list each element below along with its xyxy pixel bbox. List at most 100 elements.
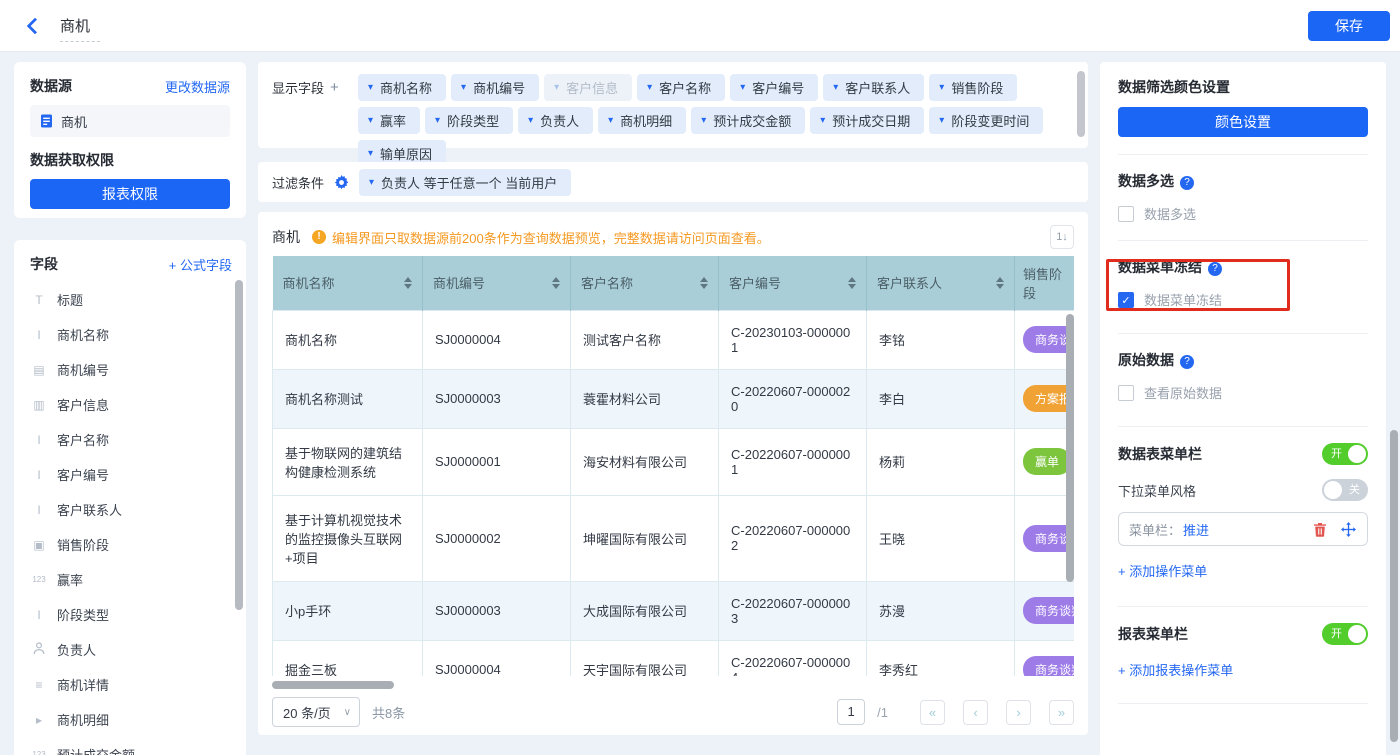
move-icon[interactable] [1339,520,1357,538]
table-header-cell[interactable]: 客户联系人 [867,256,1015,310]
table-header-cell[interactable]: 客户名称 [571,256,719,310]
add-formula-field-link[interactable]: + 公式字段 [169,255,232,274]
field-list: T标题I商机名称▤商机编号▥客户信息I客户名称I客户编号I客户联系人▣销售阶段1… [30,282,232,755]
color-settings-title: 数据筛选颜色设置 [1118,77,1368,97]
field-label: 标题 [57,290,83,309]
chevron-down-icon: ▾ [368,82,373,93]
field-item[interactable]: I客户名称 [30,422,232,457]
display-field-chip[interactable]: ▾客户联系人 [823,74,924,101]
back-icon[interactable] [26,18,40,32]
trash-icon[interactable] [1311,520,1329,538]
cell-contact: 李铭 [867,310,1015,369]
table-header-cell[interactable]: 客户编号 [719,256,867,310]
sort-arrows-icon[interactable] [848,277,856,289]
display-field-chip[interactable]: ▾商机编号 [451,74,539,101]
cell-customer: 坤曜国际有限公司 [571,495,719,581]
display-field-chip[interactable]: ▾客户名称 [637,74,725,101]
display-field-chip[interactable]: ▾客户信息 [544,74,632,101]
fields-scrollbar[interactable] [235,280,243,610]
display-field-chip[interactable]: ▾赢率 [358,107,420,134]
field-item[interactable]: 123赢率 [30,562,232,597]
add-report-action-menu-link[interactable]: + 添加报表操作菜单 [1118,660,1368,679]
pager-prev-button[interactable]: ‹ [963,700,988,725]
add-action-menu-link[interactable]: + 添加操作菜单 [1118,561,1368,580]
field-item[interactable]: I客户联系人 [30,492,232,527]
display-fields-scrollbar[interactable] [1077,71,1085,137]
display-field-chip[interactable]: ▾商机明细 [598,107,686,134]
add-display-field-button[interactable]: + [330,79,339,96]
report-menu-toggle[interactable]: 开 [1322,623,1368,645]
page-size-select[interactable]: 20 条/页 ∨ [272,697,360,727]
chevron-down-icon: ▾ [368,148,373,159]
display-field-chip[interactable]: ▾预计成交金额 [691,107,805,134]
datasource-card: 数据源 更改数据源 商机 数据获取权限 报表权限 [14,62,246,218]
display-field-chip[interactable]: ▾商机名称 [358,74,446,101]
change-datasource-link[interactable]: 更改数据源 [165,77,230,96]
help-icon[interactable]: ? [1180,355,1194,369]
field-item[interactable]: I 商机名称 [30,317,232,352]
window-scrollbar[interactable] [1390,430,1398,742]
chevron-down-icon: ▾ [820,115,825,126]
sort-arrows-icon[interactable] [404,277,412,289]
menu-item-value: 推进 [1183,520,1301,539]
cell-customer_code: C-20220607-0000004 [719,640,867,676]
field-item[interactable]: I客户编号 [30,457,232,492]
field-item[interactable]: ▤商机编号 [30,352,232,387]
table-header-cell[interactable]: 商机编号 [423,256,571,310]
field-item[interactable]: ▸ 商机明细 [30,702,232,737]
field-item[interactable]: ▥客户信息 [30,387,232,422]
display-field-chip[interactable]: ▾阶段类型 [425,107,513,134]
pager-first-button[interactable]: « [920,700,945,725]
fields-title: 字段 [30,254,58,274]
sort-arrows-icon[interactable] [552,277,560,289]
settings-panel: 数据筛选颜色设置 颜色设置 数据多选? ✓ 数据多选 数据菜单冻结? ✓ 数据菜… [1100,62,1386,755]
code-icon: ▤ [30,364,48,376]
page-input[interactable]: 1 [837,699,865,725]
field-item[interactable]: ≡商机详情 [30,667,232,702]
filter-chip[interactable]: ▾ 负责人 等于任意一个 当前用户 [359,169,571,196]
multiselect-checkbox[interactable]: ✓ [1118,206,1134,222]
table-title: 商机 [272,227,300,247]
dropdown-style-toggle[interactable]: 关 [1322,479,1368,501]
raw-data-checkbox[interactable]: ✓ [1118,385,1134,401]
pager-next-button[interactable]: › [1006,700,1031,725]
gear-icon[interactable] [334,175,349,190]
sort-arrows-icon[interactable] [700,277,708,289]
color-settings-button[interactable]: 颜色设置 [1118,107,1368,137]
field-label: 商机名称 [57,325,109,344]
cell-customer_code: C-20220607-0000002 [719,495,867,581]
chevron-down-icon: ▾ [369,177,374,188]
field-item[interactable]: 123预计成交金额 [30,737,232,755]
field-item[interactable]: T标题 [30,282,232,317]
display-field-chip[interactable]: ▾销售阶段 [929,74,1017,101]
help-icon[interactable]: ? [1180,176,1194,190]
display-field-chip[interactable]: ▾阶段变更时间 [929,107,1043,134]
expand-icon: ▸ [30,714,48,726]
pager-last-button[interactable]: » [1049,700,1074,725]
text-icon: I [30,329,48,341]
field-item[interactable]: I阶段类型 [30,597,232,632]
table-vertical-scrollbar[interactable] [1066,314,1074,582]
display-field-chip[interactable]: ▾预计成交日期 [810,107,924,134]
help-icon[interactable]: ? [1208,262,1222,276]
display-fields-label: 显示字段 [272,78,324,97]
display-field-chip[interactable]: ▾客户编号 [730,74,818,101]
menu-freeze-checkbox[interactable]: ✓ [1118,292,1134,308]
datasource-item[interactable]: 商机 [30,105,230,137]
table-horizontal-scrollbar[interactable] [272,681,1074,689]
cell-code: SJ0000004 [423,640,571,676]
save-button[interactable]: 保存 [1308,11,1390,41]
chevron-down-icon: ∨ [344,707,351,718]
table-row: 商机名称SJ0000004测试客户名称C-20230103-0000001李铭商… [273,310,1075,369]
display-field-chip[interactable]: ▾负责人 [518,107,593,134]
table-header-cell[interactable]: 销售阶段 [1015,256,1075,310]
report-permission-button[interactable]: 报表权限 [30,179,230,209]
field-item[interactable]: 负责人 [30,632,232,667]
field-label: 商机明细 [57,710,109,729]
menu-item-box[interactable]: 菜单栏： 推进 [1118,512,1368,546]
table-header-cell[interactable]: 商机名称 [273,256,423,310]
sort-arrows-icon[interactable] [996,277,1004,289]
sort-order-button[interactable]: 1↓ [1050,225,1074,249]
table-menu-toggle[interactable]: 开 [1322,443,1368,465]
field-item[interactable]: ▣销售阶段 [30,527,232,562]
